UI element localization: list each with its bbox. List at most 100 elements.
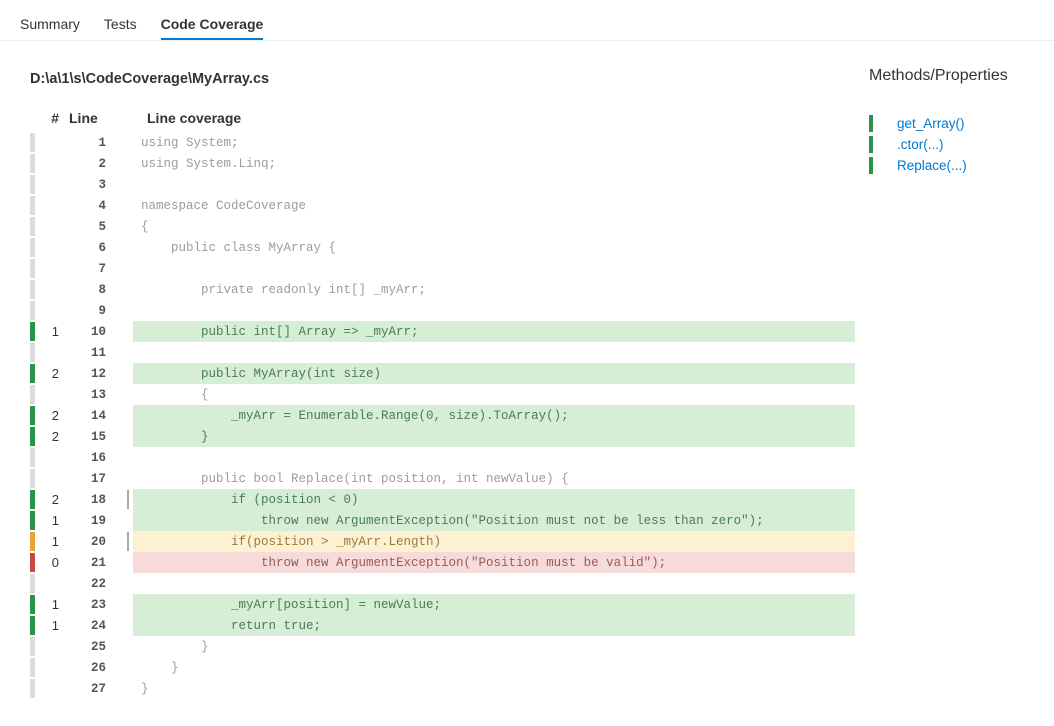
line-number: 8: [63, 279, 126, 300]
line-number: 1: [63, 132, 126, 153]
code-row: 6 public class MyArray {: [30, 237, 855, 258]
line-number: 5: [63, 216, 126, 237]
hit-count: 2: [40, 363, 63, 384]
branch-indicator: [126, 552, 133, 573]
branch-indicator: [126, 216, 133, 237]
code-text: }: [133, 678, 855, 699]
hit-count: 2: [40, 405, 63, 426]
branch-indicator: [126, 300, 133, 321]
branch-indicator: [126, 279, 133, 300]
hit-count: 1: [40, 321, 63, 342]
sidebar-link[interactable]: Replace(...): [897, 158, 967, 173]
code-row: 13 {: [30, 384, 855, 405]
code-row: 1using System;: [30, 132, 855, 153]
branch-indicator: [126, 636, 133, 657]
sidebar-list: get_Array() .ctor(...) Replace(...): [869, 113, 1040, 176]
code-row: 26 }: [30, 657, 855, 678]
sidebar-item: get_Array(): [869, 113, 1040, 134]
line-number: 3: [63, 174, 126, 195]
coverage-bar-icon: [869, 157, 873, 174]
coverage-bar-icon: [869, 115, 873, 132]
branch-indicator: [126, 447, 133, 468]
coverage-bar: [30, 405, 40, 426]
coverage-bar: [30, 258, 40, 279]
branch-indicator: [126, 468, 133, 489]
branch-indicator: [126, 174, 133, 195]
coverage-bar: [30, 321, 40, 342]
code-text: [133, 258, 855, 279]
code-row: 3: [30, 174, 855, 195]
line-number: 4: [63, 195, 126, 216]
code-row: 17 public bool Replace(int position, int…: [30, 468, 855, 489]
sidebar-title: Methods/Properties: [869, 67, 1040, 85]
code-row: 25 }: [30, 636, 855, 657]
code-text: if (position < 0): [133, 489, 855, 510]
branch-indicator: [126, 363, 133, 384]
hit-count: [40, 132, 63, 153]
code-row: 27}: [30, 678, 855, 699]
coverage-bar-icon: [869, 136, 873, 153]
hit-count: [40, 447, 63, 468]
hit-count: 1: [40, 510, 63, 531]
coverage-bar: [30, 216, 40, 237]
col-header-code: Line coverage: [133, 109, 855, 132]
coverage-bar: [30, 552, 40, 573]
line-number: 10: [63, 321, 126, 342]
code-row: 22: [30, 573, 855, 594]
code-text: public class MyArray {: [133, 237, 855, 258]
branch-indicator: [126, 342, 133, 363]
code-text: {: [133, 216, 855, 237]
coverage-bar: [30, 447, 40, 468]
coverage-bar: [30, 489, 40, 510]
col-header-line: Line: [63, 109, 126, 132]
hit-count: [40, 384, 63, 405]
code-text: public MyArray(int size): [133, 363, 855, 384]
coverage-bar: [30, 468, 40, 489]
code-text: [133, 342, 855, 363]
hit-count: [40, 258, 63, 279]
code-row: 215 }: [30, 426, 855, 447]
coverage-bar: [30, 132, 40, 153]
sidebar-link[interactable]: .ctor(...): [897, 137, 944, 152]
code-row: 16: [30, 447, 855, 468]
line-number: 16: [63, 447, 126, 468]
line-number: 25: [63, 636, 126, 657]
hit-count: 0: [40, 552, 63, 573]
coverage-bar: [30, 636, 40, 657]
coverage-bar: [30, 300, 40, 321]
coverage-bar: [30, 426, 40, 447]
coverage-bar: [30, 678, 40, 699]
line-number: 22: [63, 573, 126, 594]
branch-indicator: [126, 258, 133, 279]
branch-indicator: [126, 531, 133, 552]
code-text: _myArr = Enumerable.Range(0, size).ToArr…: [133, 405, 855, 426]
hit-count: 2: [40, 426, 63, 447]
coverage-bar: [30, 342, 40, 363]
sidebar-link[interactable]: get_Array(): [897, 116, 965, 131]
code-text: {: [133, 384, 855, 405]
code-text: }: [133, 657, 855, 678]
code-row: 218 if (position < 0): [30, 489, 855, 510]
hit-count: [40, 468, 63, 489]
line-number: 17: [63, 468, 126, 489]
coverage-bar: [30, 615, 40, 636]
code-text: private readonly int[] _myArr;: [133, 279, 855, 300]
line-number: 27: [63, 678, 126, 699]
branch-indicator: [126, 426, 133, 447]
tab-summary[interactable]: Summary: [20, 10, 80, 40]
code-text: throw new ArgumentException("Position mu…: [133, 552, 855, 573]
tab-tests[interactable]: Tests: [104, 10, 137, 40]
line-number: 21: [63, 552, 126, 573]
code-row: 9: [30, 300, 855, 321]
branch-indicator: [126, 594, 133, 615]
line-number: 15: [63, 426, 126, 447]
branch-indicator: [126, 321, 133, 342]
code-row: 2using System.Linq;: [30, 153, 855, 174]
code-row: 021 throw new ArgumentException("Positio…: [30, 552, 855, 573]
branch-indicator: [126, 405, 133, 426]
code-row: 119 throw new ArgumentException("Positio…: [30, 510, 855, 531]
branch-indicator: [126, 573, 133, 594]
line-number: 12: [63, 363, 126, 384]
branch-indicator: [126, 237, 133, 258]
tab-code-coverage[interactable]: Code Coverage: [161, 10, 264, 40]
